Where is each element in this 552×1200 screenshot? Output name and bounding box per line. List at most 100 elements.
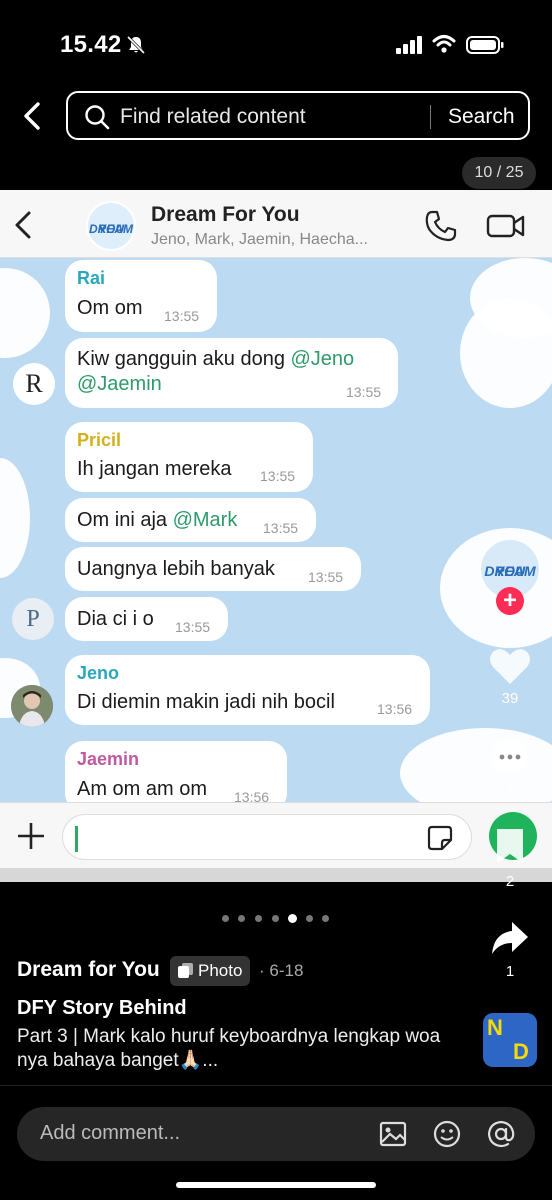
cloud-decoration	[0, 458, 30, 578]
carousel-dot	[222, 915, 229, 922]
message-input	[62, 814, 472, 860]
bell-muted-icon	[126, 35, 146, 55]
avatar: P	[12, 598, 54, 640]
photo-type-label: Photo	[198, 961, 243, 980]
group-avatar: DREAM YOU	[86, 201, 136, 251]
chat-bubble: Jeno Di diemin makin jadi nih bocil 13:5…	[65, 655, 430, 725]
mention: @Mark	[172, 509, 238, 531]
music-thumbnail[interactable]: N D	[483, 1013, 537, 1067]
avatar: R	[13, 363, 55, 405]
comment-count: 1	[505, 781, 515, 798]
creator-logo-line2: YOU	[494, 563, 526, 579]
carousel-dot	[306, 915, 313, 922]
sender-name: Pricil	[77, 430, 122, 450]
chat-back-icon	[15, 211, 31, 239]
bookmark-icon[interactable]	[494, 826, 526, 866]
message-time: 13:55	[263, 520, 299, 536]
message-text: Dia ci i o	[77, 608, 154, 630]
plus-icon	[18, 823, 44, 849]
sender-name: Jeno	[77, 663, 120, 683]
message-text: Uangnya lebih banyak	[77, 558, 275, 580]
save-count: 2	[505, 873, 515, 890]
message-text-part: Kiw gangguin aku dong	[77, 348, 291, 370]
chat-messages: Rai Om om 13:55 R Kiw gangguin aku dong …	[0, 258, 552, 802]
back-arrow-icon[interactable]	[18, 100, 48, 132]
carousel-dot	[272, 915, 279, 922]
music-thumb-letter: N	[487, 1015, 503, 1040]
cloud-decoration	[460, 298, 552, 408]
chat-bubble: Uangnya lebih banyak 13:55	[65, 547, 361, 591]
share-arrow-icon[interactable]	[490, 918, 530, 958]
chat-members: Jeno, Mark, Jaemin, Haecha...	[151, 231, 368, 248]
avatar	[11, 685, 53, 727]
like-count: 39	[501, 690, 519, 707]
chat-bubble: Om ini aja @Mark 13:55	[65, 498, 316, 542]
carousel-dot	[322, 915, 329, 922]
chat-input-bar	[0, 802, 552, 868]
mention: @Jaemin	[77, 373, 162, 395]
chat-bubble: Jaemin Am om am om 13:56	[65, 741, 287, 802]
message-time: 13:55	[260, 468, 296, 484]
signal-icon	[396, 36, 422, 54]
follow-button[interactable]: +	[496, 587, 524, 615]
comment-bubble-icon[interactable]	[489, 738, 531, 780]
search-divider	[430, 105, 431, 129]
message-time: 13:55	[164, 308, 200, 324]
comment-input[interactable]: Add comment...	[17, 1107, 535, 1161]
chat-bubble: Kiw gangguin aku dong @Jeno @Jaemin 13:5…	[65, 338, 398, 408]
message-time: 13:56	[377, 701, 413, 717]
photo-type-badge: Photo	[170, 956, 251, 986]
search-input[interactable]: Find related content	[120, 105, 306, 129]
comment-placeholder: Add comment...	[40, 1122, 181, 1144]
music-thumb-letter: D	[513, 1039, 529, 1064]
message-time: 13:55	[346, 384, 382, 400]
cloud-decoration	[0, 268, 50, 358]
message-text: Kiw gangguin aku dong @Jeno	[77, 348, 354, 371]
image-bottom-edge	[0, 868, 552, 882]
message-text: Om ini aja @Mark	[77, 509, 237, 532]
chat-bubble: Dia ci i o 13:55	[65, 597, 228, 641]
mention-at-icon[interactable]	[487, 1120, 515, 1148]
post-description[interactable]: Part 3 | Mark kalo huruf keyboardnya len…	[17, 1025, 467, 1073]
post-title: DFY Story Behind	[17, 997, 187, 1019]
sender-name: Jaemin	[77, 749, 140, 769]
message-text: Di diemin makin jadi nih bocil	[77, 691, 335, 713]
message-time: 13:55	[175, 619, 211, 635]
image-counter: 10 / 25	[462, 157, 536, 189]
search-icon	[85, 105, 110, 130]
message-time: 13:56	[234, 789, 270, 802]
post-image[interactable]: DREAM YOU Dream For You Jeno, Mark, Jaemi…	[0, 190, 552, 882]
status-bar: 15.42	[0, 0, 552, 90]
emoji-icon[interactable]	[433, 1120, 461, 1148]
carousel-dot	[255, 915, 262, 922]
status-time: 15.42	[60, 31, 122, 58]
wifi-icon	[432, 35, 456, 53]
image-icon[interactable]	[379, 1120, 407, 1148]
text-caret	[75, 826, 78, 852]
person-photo-icon	[11, 685, 53, 727]
mention: @Jeno	[290, 348, 355, 370]
post-date: · 6-18	[259, 961, 304, 980]
chat-bubble: Rai Om om 13:55	[65, 260, 217, 332]
author-name[interactable]: Dream for You	[17, 958, 160, 982]
video-call-icon	[486, 214, 525, 238]
share-count: 1	[505, 963, 515, 980]
photo-stack-icon	[178, 963, 193, 978]
group-logo-line2: YOU	[97, 222, 124, 236]
sender-name: Rai	[77, 268, 106, 288]
carousel-dot-active	[288, 914, 297, 923]
search-bar[interactable]: Find related content Search	[66, 91, 530, 140]
chat-bubble: Pricil Ih jangan mereka 13:55	[65, 422, 313, 492]
divider	[0, 1085, 552, 1086]
message-time: 13:55	[308, 569, 344, 585]
phone-icon	[425, 210, 457, 242]
home-indicator	[176, 1182, 376, 1188]
sticker-icon	[427, 825, 453, 851]
message-text: Ih jangan mereka	[77, 458, 232, 480]
chat-header: DREAM YOU Dream For You Jeno, Mark, Jaemi…	[0, 190, 552, 258]
chat-title: Dream For You	[151, 203, 300, 226]
like-heart-icon[interactable]	[488, 646, 532, 686]
carousel-dot	[238, 915, 245, 922]
message-text: Am om am om	[77, 778, 208, 800]
search-button[interactable]: Search	[448, 105, 515, 129]
